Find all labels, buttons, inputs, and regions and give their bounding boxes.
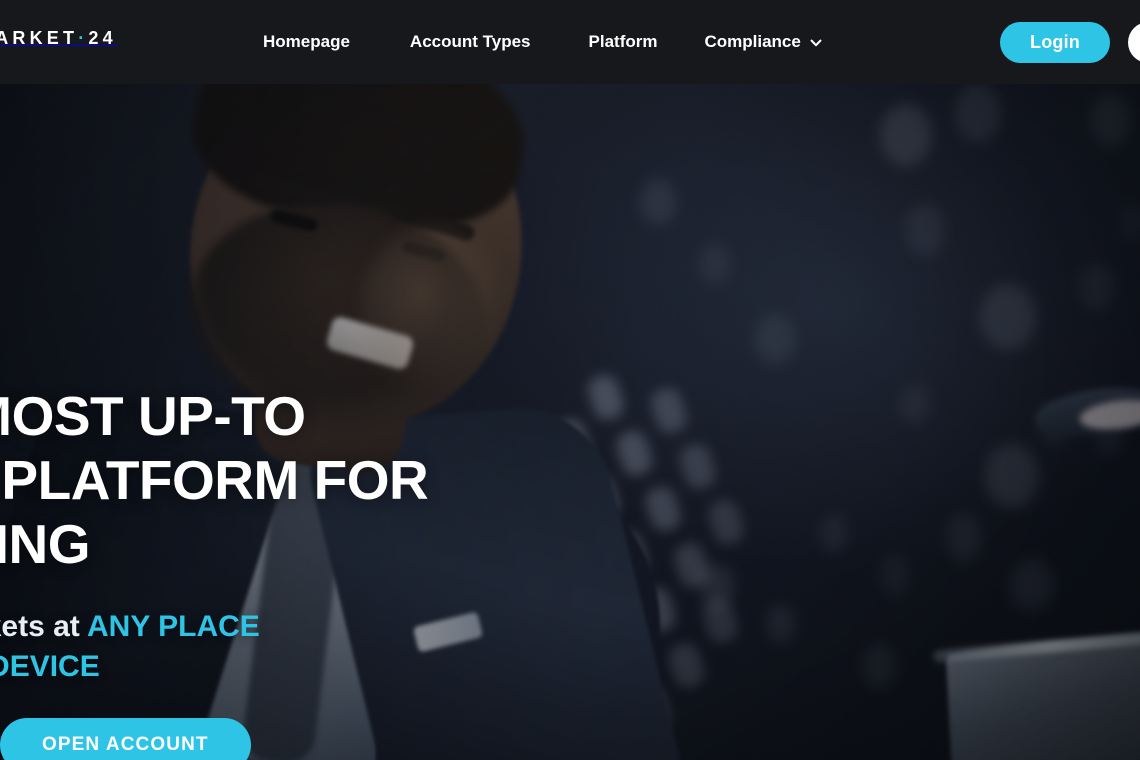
site-logo[interactable]: MARKET·24 [0, 28, 117, 49]
nav-item-homepage[interactable]: Homepage [263, 32, 350, 52]
open-account-button[interactable]: OPEN ACCOUNT [0, 718, 251, 760]
open-account-button-label: OPEN ACCOUNT [42, 734, 209, 755]
nav-item-compliance-label: Compliance [704, 32, 801, 51]
nav-item-compliance[interactable]: Compliance [704, 32, 822, 52]
page-viewport: MARKET·24 Homepage Account Types Platfor… [0, 0, 1140, 760]
logo-text: MARKET [0, 28, 79, 48]
login-button-label: Login [1030, 32, 1080, 52]
nav-item-homepage-label: Homepage [263, 32, 350, 51]
hero-subtitle-line-2-accent: ANY DEVICE [0, 650, 100, 683]
nav-links: Homepage Account Types Platform Complian… [263, 0, 822, 84]
hero-subtitle-line-1-lead: Trade Markets at [0, 610, 80, 643]
top-navigation-bar: MARKET·24 Homepage Account Types Platfor… [0, 0, 1140, 84]
hero-title-line-3: TRADING [0, 513, 91, 575]
chevron-down-icon [810, 37, 822, 49]
hero-subtitle-line-1-accent: ANY PLACE [87, 610, 260, 643]
hero-title-line-2: DATE PLATFORM FOR [0, 449, 429, 511]
login-button[interactable]: Login [1000, 22, 1110, 63]
hero-title: THE MOST UP-TO DATE PLATFORM FOR TRADING [0, 384, 703, 576]
hero-section: THE MOST UP-TO DATE PLATFORM FOR TRADING… [0, 84, 1140, 760]
hero-title-line-1: THE MOST UP-TO [0, 385, 306, 447]
nav-item-account-types-label: Account Types [409, 32, 531, 51]
hero-content: THE MOST UP-TO DATE PLATFORM FOR TRADING… [0, 384, 703, 760]
nav-item-account-types[interactable]: Account Types [410, 32, 531, 52]
logo-separator-dot: · [78, 28, 89, 48]
signup-button[interactable]: Sign Up [1128, 22, 1140, 63]
hero-subtitle: Trade Markets at ANY PLACE from ANY DEVI… [0, 607, 703, 687]
logo-suffix: 24 [88, 28, 117, 48]
nav-item-platform-label: Platform [588, 32, 658, 51]
nav-item-platform[interactable]: Platform [589, 32, 658, 52]
